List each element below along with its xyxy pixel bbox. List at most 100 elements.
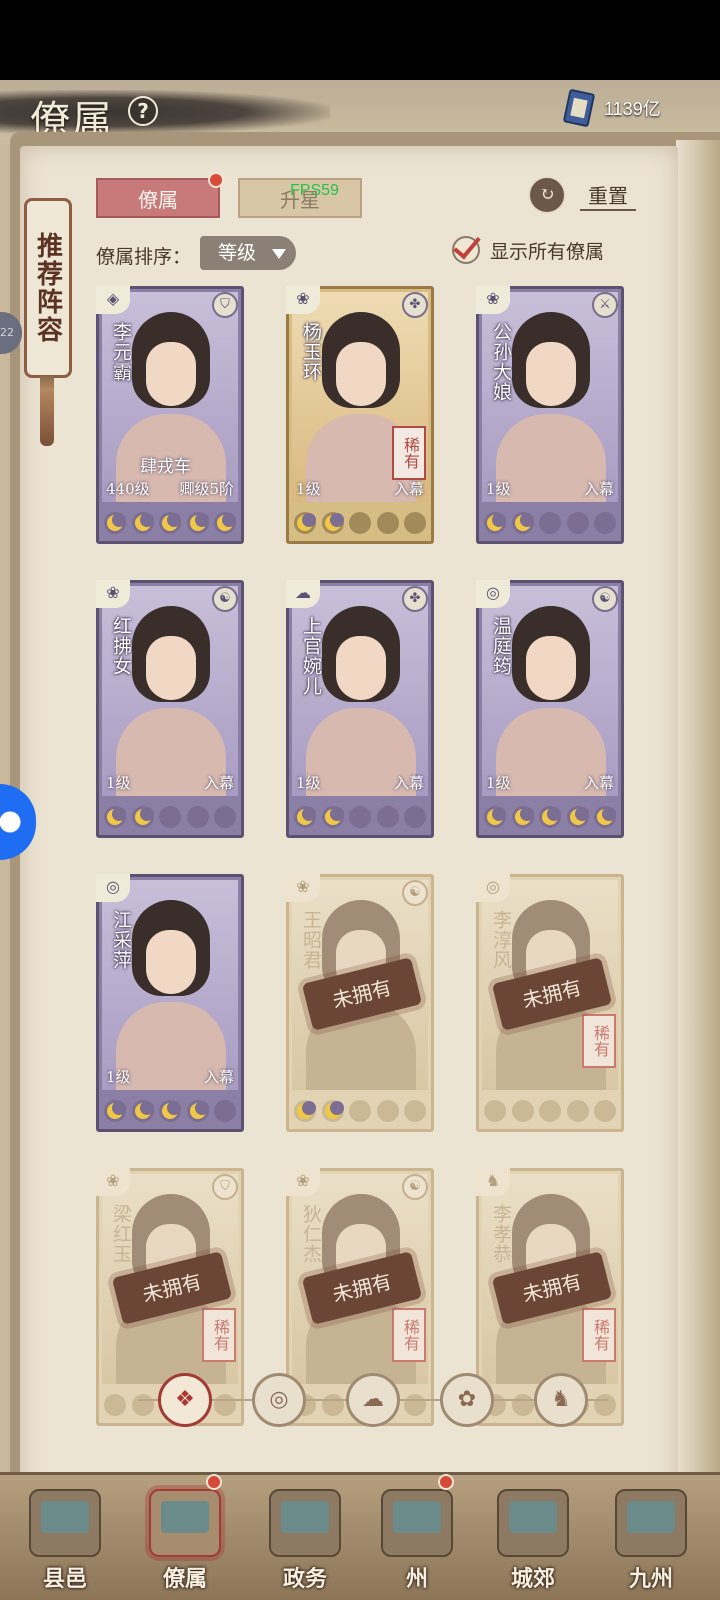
help-icon[interactable]: ? [128, 96, 158, 126]
all-filter-icon[interactable]: ❖ [158, 1373, 212, 1427]
moon-filled-icon [511, 806, 534, 828]
moon-filled-icon [566, 806, 589, 828]
star-moons [294, 1096, 426, 1126]
nav-item-5[interactable]: 九州 [596, 1489, 706, 1599]
card-name: 李孝恭 [490, 1204, 512, 1264]
bell-class-icon: ◎ [476, 580, 510, 608]
cloud-class-icon: ☁ [286, 580, 320, 608]
moon-filled-icon [321, 512, 344, 534]
recommended-lineup-label: 推荐阵容 [32, 232, 63, 344]
retainer-card[interactable]: ❀ ☯ 红拂女 1级 入幕 [96, 580, 244, 838]
currency-value: 1139亿 [604, 99, 661, 119]
moon-filled-icon [186, 512, 209, 534]
chevron-down-icon [272, 249, 286, 259]
moon-empty-icon [404, 1100, 426, 1122]
moon-empty-icon [376, 512, 399, 534]
moon-empty-icon [214, 806, 236, 828]
nav-building-icon [381, 1489, 453, 1557]
nav-item-4[interactable]: 城郊 [478, 1489, 588, 1599]
fan-filter-icon[interactable]: ✿ [440, 1373, 494, 1427]
star-moons [484, 802, 616, 832]
retainer-card[interactable]: ❀ ☯ 王昭君 未拥有 [286, 874, 434, 1132]
nav-building-icon [29, 1489, 101, 1557]
nav-item-0[interactable]: 县邑 [10, 1489, 120, 1599]
nav-item-1[interactable]: 僚属 [130, 1489, 240, 1599]
checkbox-checked-icon[interactable] [452, 236, 480, 264]
retainer-card[interactable]: ❀ ⚔ 公孙大娘 1级 入幕 [476, 286, 624, 544]
yinyang-icon: ☯ [212, 586, 238, 612]
beast-filter-icon[interactable]: ♞ [534, 1373, 588, 1427]
cloud-filter-icon[interactable]: ☁ [346, 1373, 400, 1427]
card-rank: 入幕 [203, 774, 234, 792]
portrait-face [146, 636, 196, 700]
card-name: 公孙大娘 [490, 322, 512, 402]
star-moons [294, 508, 426, 538]
card-rank: 入幕 [583, 480, 614, 498]
tab-retainers[interactable]: 僚属 [96, 178, 220, 218]
show-all-label: 显示所有僚属 [490, 240, 605, 263]
card-level: 440级 [106, 480, 150, 498]
card-name: 王昭君 [300, 910, 322, 970]
portrait-face [526, 636, 576, 700]
fan-class-icon: ❀ [286, 1168, 320, 1196]
nav-label: 州 [405, 1566, 428, 1592]
card-subtitle: 肆戎车 [140, 457, 191, 477]
fan-class-icon: ❀ [96, 1168, 130, 1196]
yinyang-icon: ☯ [592, 586, 618, 612]
card-rank: 入幕 [393, 480, 424, 498]
shield-icon: ⛉ [212, 292, 238, 318]
card-rank: 入幕 [393, 774, 424, 792]
reset-button[interactable]: ↻ 重置 [528, 176, 636, 214]
category-filter-bar: ❖ ◎ ☁ ✿ ♞ [158, 1372, 588, 1428]
card-level: 1级 [486, 774, 511, 792]
sort-dropdown[interactable]: 等级 [200, 236, 296, 270]
star-moons [484, 508, 616, 538]
rare-badge: 稀有 [202, 1308, 236, 1362]
card-rank: 入幕 [203, 1068, 234, 1086]
card-name: 梁红玉 [110, 1204, 132, 1264]
sword-icon: ⚔ [592, 292, 618, 318]
retainer-card[interactable]: ◎ 李淳风 稀有 未拥有 [476, 874, 624, 1132]
notification-dot [208, 172, 224, 188]
fan-class-icon: ❀ [476, 286, 510, 314]
nav-label: 县邑 [42, 1566, 87, 1592]
moon-empty-icon [594, 1394, 616, 1416]
moon-empty-icon [484, 1100, 506, 1122]
moon-filled-icon [321, 806, 344, 828]
moon-filled-icon [511, 512, 534, 534]
moon-filled-icon [294, 1100, 316, 1122]
nav-building-icon [615, 1489, 687, 1557]
show-all-toggle[interactable]: 显示所有僚属 [452, 236, 604, 264]
portrait-face [336, 636, 386, 700]
nav-item-2[interactable]: 政务 [250, 1489, 360, 1599]
portrait-face [146, 930, 196, 994]
retainer-card[interactable]: ◎ 江采萍 1级 入幕 [96, 874, 244, 1132]
currency-display[interactable]: 1139亿 [562, 88, 706, 128]
portrait-face [526, 342, 576, 406]
moon-empty-icon [349, 512, 371, 534]
moon-empty-icon [566, 1100, 589, 1122]
notification-dot [438, 1474, 454, 1490]
retainer-card[interactable]: ◈ ⛉ 李元霸 肆戎车 440级 卿级5阶 [96, 286, 244, 544]
moon-empty-icon [404, 512, 426, 534]
moon-empty-icon [404, 806, 426, 828]
card-name: 上官婉儿 [300, 616, 322, 696]
nav-label: 政务 [282, 1566, 327, 1592]
retainer-card[interactable]: ◎ ☯ 温庭筠 1级 入幕 [476, 580, 624, 838]
moon-empty-icon [511, 1100, 534, 1122]
star-moons [104, 508, 236, 538]
retainer-grid: ◈ ⛉ 李元霸 肆戎车 440级 卿级5阶 ❀ ✤ 杨玉环 稀有 1级 入幕 ❀ ⚔ 公孙大娘 1级 入幕 ❀ ☯ 红… [90, 286, 650, 1426]
moon-empty-icon [566, 512, 589, 534]
recommended-lineup-tab[interactable]: 推荐阵容 [24, 198, 72, 378]
bell-class-icon: ◎ [476, 874, 510, 902]
moon-filled-icon [484, 512, 506, 534]
book-currency-icon [562, 88, 596, 128]
sort-selected-value: 等级 [218, 242, 257, 264]
moon-filled-icon [294, 512, 316, 534]
bell-filter-icon[interactable]: ◎ [252, 1373, 306, 1427]
nav-item-3[interactable]: 州 [362, 1489, 472, 1599]
moon-empty-icon [186, 806, 209, 828]
nav-building-icon [149, 1489, 221, 1557]
retainer-card[interactable]: ☁ ✤ 上官婉儿 1级 入幕 [286, 580, 434, 838]
retainer-card[interactable]: ❀ ✤ 杨玉环 稀有 1级 入幕 [286, 286, 434, 544]
